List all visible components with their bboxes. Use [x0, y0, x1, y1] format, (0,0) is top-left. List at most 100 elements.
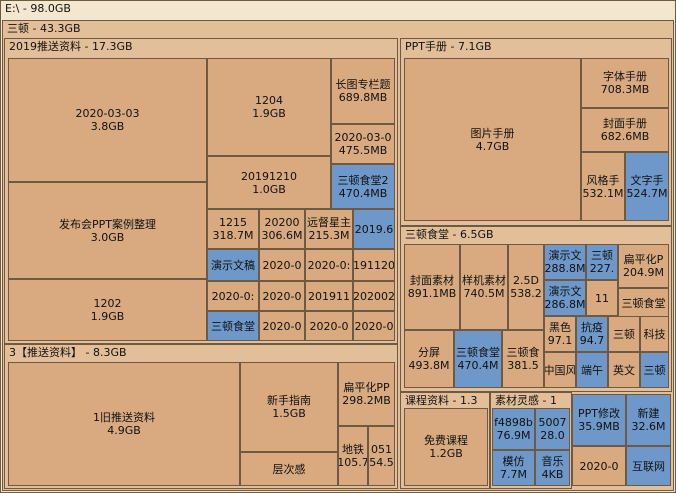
treemap-tile[interactable]: 2020-0:	[207, 281, 259, 311]
tile-size: 1.0GB	[252, 182, 286, 196]
tile-name: 端午	[581, 363, 603, 377]
treemap-tile[interactable]: 字体手册 708.3MB	[581, 58, 669, 108]
tile-size: 4.7GB	[475, 139, 510, 153]
treemap-tile[interactable]: 演示文 288.8M	[544, 244, 586, 280]
tile-name: 三顿食堂2	[337, 173, 389, 187]
treemap-tile[interactable]: 英文	[608, 352, 640, 388]
treemap-tile[interactable]: 抗疫 94.7	[576, 316, 608, 352]
treemap-tile[interactable]: 扁平化P 204.9M	[618, 244, 669, 288]
treemap-tile[interactable]: 三顿	[640, 352, 669, 388]
treemap-tile[interactable]: 三顿食堂	[618, 288, 669, 318]
treemap-tile[interactable]: 2020-0	[259, 249, 305, 281]
folder-label: 2019推送资料 - 17.3GB	[9, 40, 133, 53]
treemap-tile[interactable]: 样机素材 740.5M	[460, 244, 508, 330]
tile-name: 图片手册	[470, 126, 515, 140]
treemap-tile[interactable]: 2020-0	[259, 311, 305, 341]
tile-name: 三顿食堂	[456, 346, 500, 359]
treemap-tile[interactable]: 远督星主 215.3M	[305, 209, 353, 249]
treemap-tile[interactable]: 黑色 97.1	[544, 316, 576, 352]
treemap-tile[interactable]: 1215 318.7M	[207, 209, 259, 249]
treemap-tile[interactable]: 20191210 1.0GB	[207, 156, 331, 209]
tile-name: 字体手册	[603, 70, 647, 83]
treemap-tile[interactable]: 1旧推送资料 4.9GB	[8, 362, 240, 486]
treemap-tile[interactable]: 文字手 524.7M	[625, 152, 669, 221]
tile-size: 1.9GB	[252, 107, 286, 120]
tile-name: 2020-03-0	[334, 131, 392, 144]
treemap-tile[interactable]: 2.5D 538.2	[508, 244, 544, 330]
tile-size: 28.0	[540, 429, 565, 442]
tile-name: 三顿	[613, 327, 635, 341]
treemap-tile[interactable]: 201911	[305, 281, 353, 311]
treemap-tile[interactable]: 科技	[640, 316, 669, 352]
tile-name: 202002	[353, 289, 395, 303]
tile-name: 风格手	[586, 173, 620, 187]
treemap-tile[interactable]: 2020-0	[572, 446, 626, 486]
tile-name: 2020-0:	[307, 258, 351, 272]
treemap-tile[interactable]: 演示文 286.8M	[544, 280, 586, 316]
tile-name: 中国风	[544, 363, 576, 377]
treemap-tile[interactable]: 扁平化PP 298.2MB	[338, 362, 395, 426]
treemap-tile[interactable]: 分屏 493.8M	[404, 330, 454, 388]
folder-label: E:\ - 98.0GB	[5, 2, 71, 15]
tile-name: 2020-0	[262, 289, 302, 303]
treemap-tile[interactable]: 三顿食堂2 470.4MB	[331, 164, 395, 209]
treemap-tile[interactable]: 202002	[353, 281, 395, 311]
tile-name: 分屏	[418, 346, 440, 359]
treemap-tile[interactable]: 演示文稿	[207, 249, 259, 281]
tile-size: 204.9M	[623, 266, 664, 279]
tile-name: 英文	[613, 363, 635, 377]
treemap-tile[interactable]: 2020-0	[259, 281, 305, 311]
treemap-tile[interactable]: 模仿 7.7M	[492, 450, 535, 486]
treemap-tile[interactable]: 长图专栏题 689.8MB	[331, 58, 395, 124]
tile-name: 2.5D	[513, 274, 539, 287]
tile-name: 扁平化PP	[343, 381, 390, 394]
treemap-tile[interactable]: 1202 1.9GB	[8, 279, 207, 341]
treemap-tile[interactable]: 2019.6	[353, 209, 395, 249]
treemap-view[interactable]: E:\ - 98.0GB 三顿 - 43.3GB 2019推送资料 - 17.3GB…	[0, 0, 676, 493]
treemap-tile[interactable]: 20200 306.6M	[259, 209, 305, 249]
treemap-tile[interactable]: 图片手册 4.7GB	[404, 58, 581, 221]
tile-size: 475.5MB	[338, 144, 388, 157]
treemap-tile[interactable]: 中国风	[544, 352, 576, 388]
tile-name: 20200	[264, 216, 300, 229]
treemap-tile[interactable]: 层次感	[240, 452, 338, 486]
treemap-tile[interactable]: 发布会PPT案例整理 3.0GB	[8, 182, 207, 279]
treemap-tile[interactable]: 1204 1.9GB	[207, 58, 331, 156]
tile-size: 4KB	[541, 468, 564, 481]
treemap-tile[interactable]: 新手指南 1.5GB	[240, 362, 338, 452]
tile-name: 免费课程	[424, 434, 468, 447]
treemap-tile[interactable]: 三顿	[608, 316, 640, 352]
tile-name: 5007	[538, 416, 567, 429]
treemap-tile[interactable]: 三顿 227.	[586, 244, 618, 280]
treemap-tile[interactable]: PPT修改 35.9MB	[572, 394, 626, 446]
treemap-tile[interactable]: 风格手 532.1M	[581, 152, 625, 221]
treemap-tile[interactable]: 三顿食 381.5	[502, 330, 544, 388]
tile-size: 54.5	[369, 456, 394, 469]
treemap-tile[interactable]: 互联网	[626, 446, 671, 486]
treemap-tile[interactable]: 三顿食堂 470.4M	[454, 330, 502, 388]
treemap-tile[interactable]: 2020-0	[305, 311, 353, 341]
tile-name: 地铁	[342, 443, 364, 456]
treemap-tile[interactable]: 051 54.5	[368, 426, 395, 486]
treemap-tile[interactable]: 191120	[353, 249, 395, 281]
treemap-tile[interactable]: 免费课程 1.2GB	[404, 408, 488, 486]
treemap-tile[interactable]: f4898b 76.9M	[492, 408, 535, 450]
tile-size: 689.8MB	[338, 91, 388, 104]
tile-size: 532.1M	[582, 186, 624, 200]
tile-size: 3.8GB	[90, 120, 125, 133]
tile-size: 740.5M	[463, 287, 505, 300]
treemap-tile[interactable]: 地铁 105.7	[338, 426, 368, 486]
treemap-tile[interactable]: 11	[586, 280, 618, 316]
treemap-tile[interactable]: 5007 28.0	[535, 408, 570, 450]
treemap-tile[interactable]: 封面素材 891.1MB	[404, 244, 460, 330]
treemap-tile[interactable]: 2020-0:	[305, 249, 353, 281]
treemap-tile[interactable]: 端午	[576, 352, 608, 388]
treemap-tile[interactable]: 2020-0	[353, 311, 395, 341]
tile-size: 286.8M	[544, 298, 586, 311]
treemap-tile[interactable]: 三顿食堂	[207, 311, 259, 341]
treemap-tile[interactable]: 新建 32.6M	[626, 394, 671, 446]
treemap-tile[interactable]: 音乐 4KB	[535, 450, 570, 486]
treemap-tile[interactable]: 2020-03-03 3.8GB	[8, 58, 207, 182]
treemap-tile[interactable]: 封面手册 682.6MB	[581, 108, 669, 152]
treemap-tile[interactable]: 2020-03-0 475.5MB	[331, 124, 395, 164]
